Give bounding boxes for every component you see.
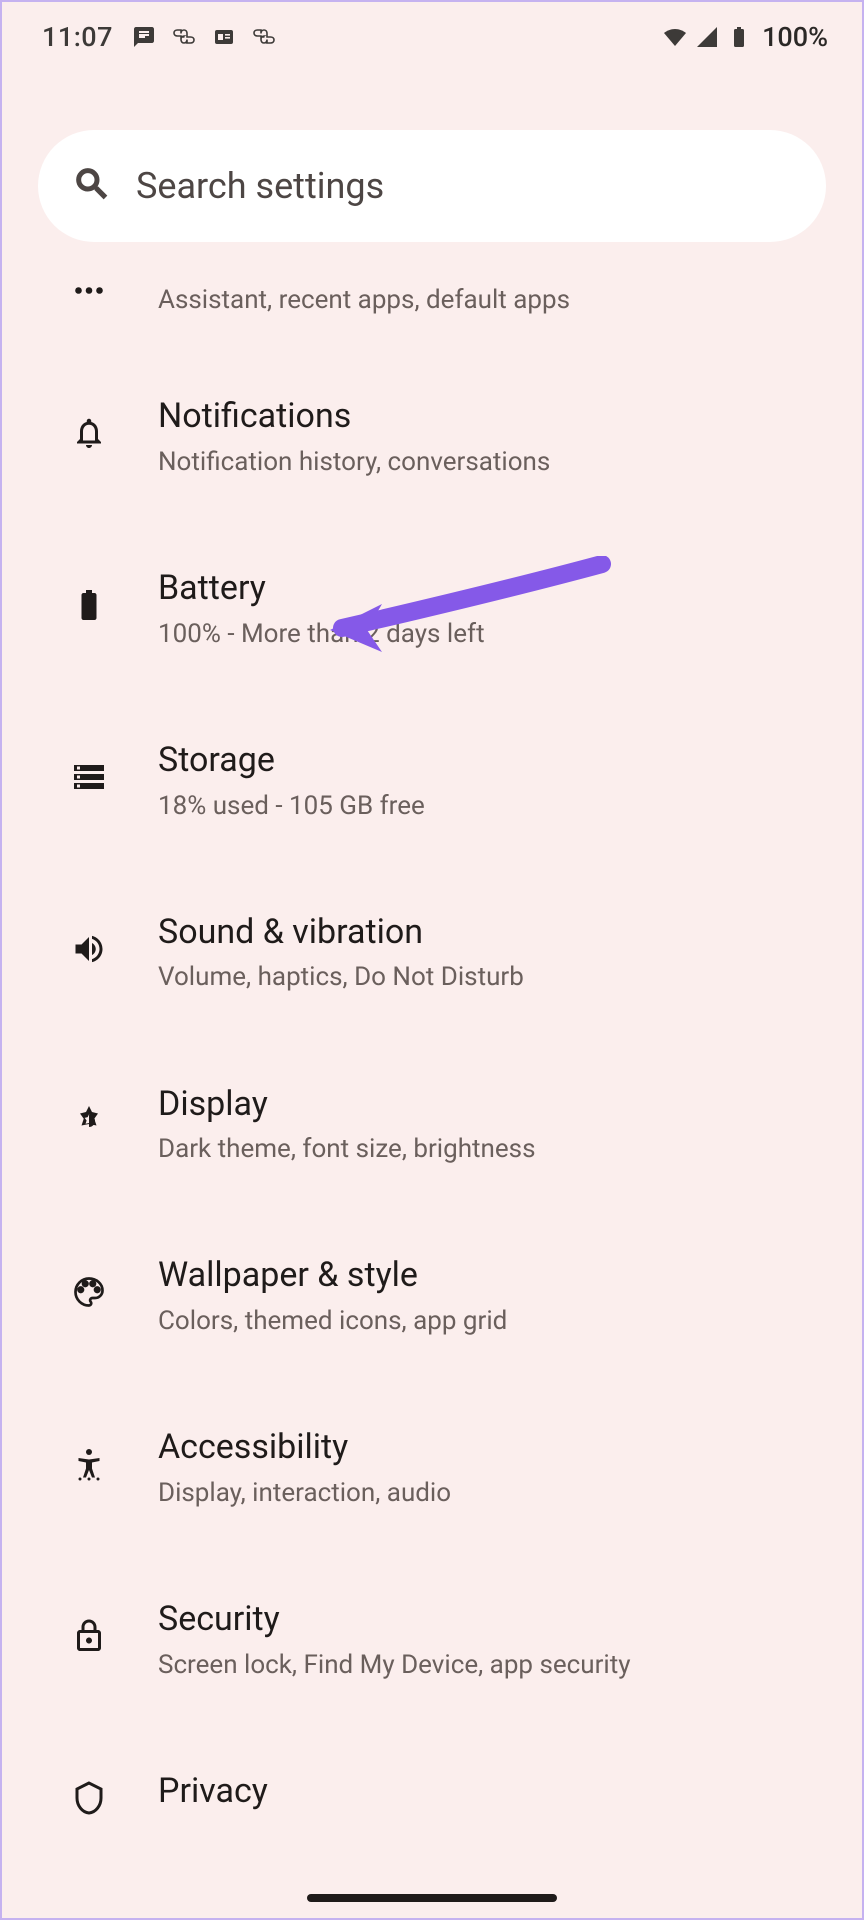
settings-item-battery[interactable]: Battery 100% - More than 2 days left (2, 524, 862, 696)
dots-icon (68, 280, 110, 322)
settings-item-security[interactable]: Security Screen lock, Find My Device, ap… (2, 1555, 862, 1727)
item-subtitle: Assistant, recent apps, default apps (158, 283, 822, 318)
item-text: Battery 100% - More than 2 days left (158, 568, 822, 652)
palette-icon (68, 1271, 110, 1313)
status-icons-left (131, 24, 277, 50)
settings-item-wallpaper[interactable]: Wallpaper & style Colors, themed icons, … (2, 1211, 862, 1383)
settings-item-sound[interactable]: Sound & vibration Volume, haptics, Do No… (2, 868, 862, 1040)
item-subtitle: Display, interaction, audio (158, 1476, 822, 1511)
news-icon (211, 24, 237, 50)
item-title: Sound & vibration (158, 912, 822, 953)
battery-status-icon (726, 24, 752, 50)
pinwheel-icon (171, 24, 197, 50)
settings-item-privacy[interactable]: Privacy (2, 1727, 862, 1824)
status-left: 11:07 (42, 21, 277, 53)
item-text: Storage 18% used - 105 GB free (158, 740, 822, 824)
item-title: Display (158, 1084, 822, 1125)
item-text: Accessibility Display, interaction, audi… (158, 1427, 822, 1511)
item-subtitle: 100% - More than 2 days left (158, 617, 822, 652)
item-subtitle: 18% used - 105 GB free (158, 789, 822, 824)
settings-item-display[interactable]: Display Dark theme, font size, brightnes… (2, 1040, 862, 1212)
item-title: Security (158, 1599, 822, 1640)
settings-item-apps-partial[interactable]: Assistant, recent apps, default apps (2, 262, 862, 352)
wifi-icon (662, 24, 688, 50)
item-subtitle: Dark theme, font size, brightness (158, 1132, 822, 1167)
settings-list[interactable]: Assistant, recent apps, default apps Not… (2, 242, 862, 1824)
settings-item-accessibility[interactable]: Accessibility Display, interaction, audi… (2, 1383, 862, 1555)
battery-icon (68, 584, 110, 626)
item-subtitle: Volume, haptics, Do Not Disturb (158, 960, 822, 995)
item-subtitle: Colors, themed icons, app grid (158, 1304, 822, 1339)
message-icon (131, 24, 157, 50)
accessibility-icon (68, 1443, 110, 1485)
gesture-bar[interactable] (307, 1894, 557, 1902)
settings-item-storage[interactable]: Storage 18% used - 105 GB free (2, 696, 862, 868)
sound-icon (68, 928, 110, 970)
item-text: Assistant, recent apps, default apps (158, 283, 822, 318)
item-text: Display Dark theme, font size, brightnes… (158, 1084, 822, 1168)
item-text: Privacy (158, 1771, 822, 1820)
item-text: Security Screen lock, Find My Device, ap… (158, 1599, 822, 1683)
item-title: Storage (158, 740, 822, 781)
item-title: Accessibility (158, 1427, 822, 1468)
item-title: Notifications (158, 396, 822, 437)
item-title: Wallpaper & style (158, 1255, 822, 1296)
privacy-icon (68, 1777, 110, 1819)
signal-icon (694, 24, 720, 50)
lock-icon (68, 1615, 110, 1657)
item-text: Wallpaper & style Colors, themed icons, … (158, 1255, 822, 1339)
item-text: Sound & vibration Volume, haptics, Do No… (158, 912, 822, 996)
item-title: Battery (158, 568, 822, 609)
item-subtitle: Notification history, conversations (158, 445, 822, 480)
display-icon (68, 1100, 110, 1142)
settings-item-notifications[interactable]: Notifications Notification history, conv… (2, 352, 862, 524)
storage-icon (68, 756, 110, 798)
status-right: 100% (662, 21, 828, 53)
item-text: Notifications Notification history, conv… (158, 396, 822, 480)
bell-icon (68, 412, 110, 454)
item-title: Privacy (158, 1771, 822, 1812)
search-bar[interactable]: Search settings (38, 130, 826, 242)
battery-percent: 100% (762, 21, 828, 53)
status-bar: 11:07 100% (2, 2, 862, 72)
item-subtitle: Screen lock, Find My Device, app securit… (158, 1648, 822, 1683)
clock: 11:07 (42, 21, 113, 53)
pinwheel-icon-2 (251, 24, 277, 50)
search-placeholder: Search settings (136, 165, 384, 207)
search-icon (72, 164, 112, 208)
